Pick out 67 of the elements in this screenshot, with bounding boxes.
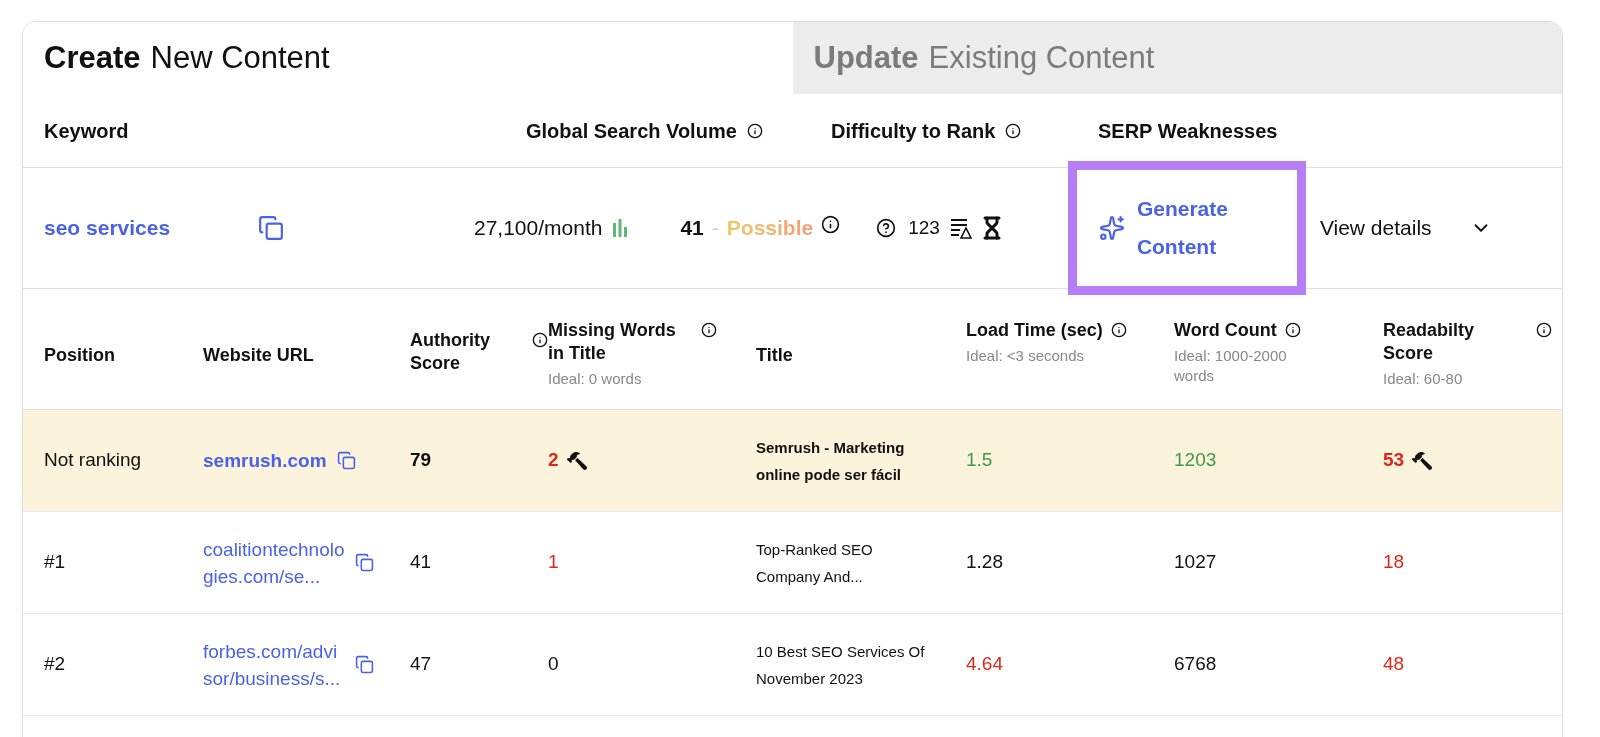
bar-chart-icon bbox=[612, 219, 629, 237]
tab[interactable]: Update Existing Content bbox=[792, 22, 1562, 94]
search-volume: 27,100/month bbox=[474, 215, 603, 242]
table-cell: 4.64 bbox=[966, 653, 1003, 675]
url-link[interactable]: coalitiontechnologies.com/se... bbox=[203, 535, 345, 590]
table-cell-text: Top-Ranked SEO Company And... bbox=[756, 539, 874, 587]
serp-count: 123 bbox=[908, 215, 940, 240]
table-cell: 1203 bbox=[1174, 449, 1217, 471]
table-cell: 6768 bbox=[1174, 653, 1217, 675]
hammer-icon[interactable] bbox=[1412, 450, 1433, 471]
table-row[interactable]: Not ranking semrush.com 79 2 Semrush - Marketing online pode ser fácil 1.5 1203 53 bbox=[23, 410, 1562, 512]
difficulty-score: 41 bbox=[680, 215, 704, 242]
table-cell-text: #2 bbox=[44, 652, 67, 677]
column-header: Global Search Volume bbox=[526, 118, 737, 144]
column-header: Missing Words in Title bbox=[548, 319, 677, 365]
text-warning-icon bbox=[949, 217, 972, 239]
column-hint: Ideal: 1000-2000 words bbox=[1174, 346, 1288, 386]
copy-icon[interactable] bbox=[355, 655, 374, 674]
generate-content-button[interactable]: Generate Content bbox=[1067, 161, 1306, 295]
column-header: Position bbox=[44, 344, 115, 367]
table-cell-text: 0 bbox=[548, 652, 559, 677]
column-hint: Ideal: 60-80 bbox=[1383, 369, 1464, 389]
copy-icon[interactable] bbox=[355, 553, 374, 572]
table-cell-text: 10 Best SEO Services Of November 2023 bbox=[756, 641, 926, 689]
table-cell: 1.5 bbox=[966, 449, 993, 471]
info-icon[interactable] bbox=[1284, 322, 1301, 338]
table-cell-text: 1 bbox=[548, 550, 559, 575]
info-icon[interactable] bbox=[746, 122, 763, 139]
column-hint: Ideal: <3 seconds bbox=[966, 346, 1085, 366]
table-cell-text: 47 bbox=[410, 652, 433, 677]
table-cell-text: 79 bbox=[410, 448, 433, 473]
info-icon[interactable] bbox=[821, 214, 841, 234]
url-link[interactable]: semrush.com bbox=[203, 447, 327, 474]
column-header: Difficulty to Rank bbox=[831, 118, 996, 144]
column-header: Title bbox=[756, 344, 793, 367]
view-details-button[interactable]: View details bbox=[1319, 212, 1492, 244]
column-header: SERP Weaknesses bbox=[1098, 118, 1278, 144]
url-link[interactable]: forbes.com/advisor/business/s... bbox=[203, 637, 345, 692]
table-cell-text: 41 bbox=[410, 550, 433, 575]
column-header: Word Count bbox=[1174, 319, 1277, 342]
table-cell-text: 18 bbox=[1383, 550, 1405, 575]
sparkles-icon bbox=[1098, 215, 1125, 241]
table-cell: 1.28 bbox=[966, 551, 1003, 573]
column-header: Readabilty Score bbox=[1383, 319, 1476, 365]
info-icon[interactable] bbox=[1110, 322, 1127, 338]
info-icon[interactable] bbox=[1536, 322, 1552, 338]
column-header: Authority Score bbox=[410, 329, 491, 375]
table-cell-text: 48 bbox=[1383, 652, 1405, 677]
table-cell-text: Semrush - Marketing online pode ser fácil bbox=[756, 437, 906, 485]
info-icon[interactable] bbox=[532, 332, 548, 348]
table-cell-text: Not ranking bbox=[44, 448, 143, 473]
column-hint: Ideal: 0 words bbox=[548, 369, 643, 389]
column-header: Load Time (sec) bbox=[966, 319, 1103, 342]
table-cell-text: #1 bbox=[44, 550, 67, 575]
column-header: Website URL bbox=[203, 344, 314, 367]
copy-icon[interactable] bbox=[258, 215, 284, 241]
column-header: Keyword bbox=[44, 118, 129, 144]
separator: - bbox=[711, 215, 719, 242]
table-cell: 1027 bbox=[1174, 551, 1217, 573]
info-icon[interactable] bbox=[1005, 122, 1022, 139]
keyword-link[interactable]: seo services bbox=[23, 212, 258, 244]
question-icon[interactable] bbox=[876, 218, 897, 238]
info-icon[interactable] bbox=[701, 322, 717, 338]
table-cell-text: 2 bbox=[548, 448, 559, 473]
copy-icon[interactable] bbox=[336, 451, 356, 470]
hammer-icon[interactable] bbox=[566, 450, 587, 471]
table-cell-text: 53 bbox=[1383, 448, 1405, 473]
